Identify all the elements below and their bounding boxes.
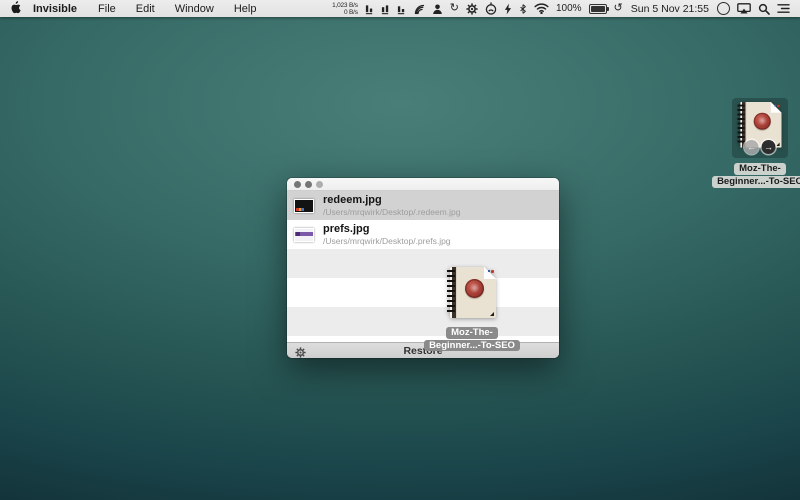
settings-gear-button[interactable] <box>295 345 306 358</box>
close-button[interactable] <box>294 181 301 188</box>
siri-icon[interactable] <box>717 2 730 15</box>
page-next-icon[interactable]: → <box>762 140 776 154</box>
bluetooth-icon[interactable] <box>519 3 527 15</box>
prefs-thumbnail <box>294 228 314 242</box>
moz-logo-badge <box>754 113 771 130</box>
icon-selection-highlight: ← → <box>732 98 788 158</box>
file-name: prefs.jpg <box>323 223 451 236</box>
page-previous-icon[interactable]: ← <box>745 140 759 154</box>
file-row-redeem[interactable]: redeem.jpg /Users/mrqwirk/Desktop/.redee… <box>287 191 559 220</box>
drag-label: Moz-The- Beginner...-To-SEO <box>424 327 520 351</box>
stat-graph-icon[interactable] <box>365 3 374 15</box>
sync-icon[interactable]: ↻ <box>450 3 459 14</box>
folded-corner <box>484 267 496 279</box>
network-up-rate: 1,023 B/s <box>332 2 358 9</box>
stat-graph-icon[interactable] <box>397 3 406 15</box>
desktop-icon-moz-document[interactable]: ← → Moz-The- Beginner...-To-SEO <box>710 98 800 188</box>
apple-menu[interactable] <box>0 1 30 17</box>
network-down-rate: 0 B/s <box>344 9 358 16</box>
menu-window[interactable]: Window <box>165 3 224 15</box>
time-machine-icon[interactable]: ↺ <box>614 3 623 14</box>
zoom-button[interactable] <box>316 181 323 188</box>
battery-percent: 100% <box>556 3 582 14</box>
menu-bar-clock[interactable]: Sun 5 Nov 21:55 <box>630 3 710 15</box>
spiral-binding <box>447 270 455 315</box>
redeem-thumbnail <box>294 199 314 213</box>
file-path: /Users/mrqwirk/Desktop/.redeem.jpg <box>323 207 460 217</box>
notification-center-icon[interactable] <box>777 3 790 14</box>
power-bolt-icon[interactable] <box>504 3 512 15</box>
file-path: /Users/mrqwirk/Desktop/.prefs.jpg <box>323 236 451 246</box>
dragged-file-ghost[interactable]: Moz-The- Beginner...-To-SEO <box>417 266 527 351</box>
file-name: redeem.jpg <box>323 194 460 207</box>
file-row-prefs[interactable]: prefs.jpg /Users/mrqwirk/Desktop/.prefs.… <box>287 220 559 249</box>
airplay-icon[interactable] <box>737 3 751 14</box>
apple-logo-icon <box>10 1 21 17</box>
stat-graph-icon[interactable] <box>381 3 390 15</box>
moz-document-icon <box>447 266 497 319</box>
desktop-icon-label: Moz-The- Beginner...-To-SEO <box>712 163 800 188</box>
drag-label-line1: Moz-The- <box>446 327 498 339</box>
hidden-file-list: redeem.jpg /Users/mrqwirk/Desktop/.redee… <box>287 191 559 342</box>
battery-icon[interactable] <box>589 4 607 14</box>
wifi-icon[interactable] <box>534 3 549 14</box>
menu-bar: Invisible File Edit Window Help 1,023 B/… <box>0 0 800 17</box>
menu-file[interactable]: File <box>88 3 126 15</box>
app-indicator-icon[interactable] <box>485 2 497 15</box>
gear-icon[interactable] <box>466 3 478 15</box>
user-icon[interactable] <box>432 3 443 15</box>
folded-corner <box>771 102 782 113</box>
menu-edit[interactable]: Edit <box>126 3 165 15</box>
desktop-icon-label-line1: Moz-The- <box>734 163 786 175</box>
drag-label-line2: Beginner...-To-SEO <box>424 340 520 352</box>
moz-logo-badge <box>465 279 484 298</box>
invisible-app-window: redeem.jpg /Users/mrqwirk/Desktop/.redee… <box>287 178 559 358</box>
app-menu-title[interactable]: Invisible <box>30 3 88 15</box>
minimize-button[interactable] <box>305 181 312 188</box>
desktop-icon-label-line2: Beginner...-To-SEO <box>712 176 800 188</box>
radio-waves-icon[interactable] <box>413 3 425 15</box>
menu-help[interactable]: Help <box>224 3 267 15</box>
window-title-bar[interactable] <box>287 178 559 191</box>
spotlight-icon[interactable] <box>758 3 770 15</box>
network-stats[interactable]: 1,023 B/s 0 B/s <box>332 2 358 16</box>
